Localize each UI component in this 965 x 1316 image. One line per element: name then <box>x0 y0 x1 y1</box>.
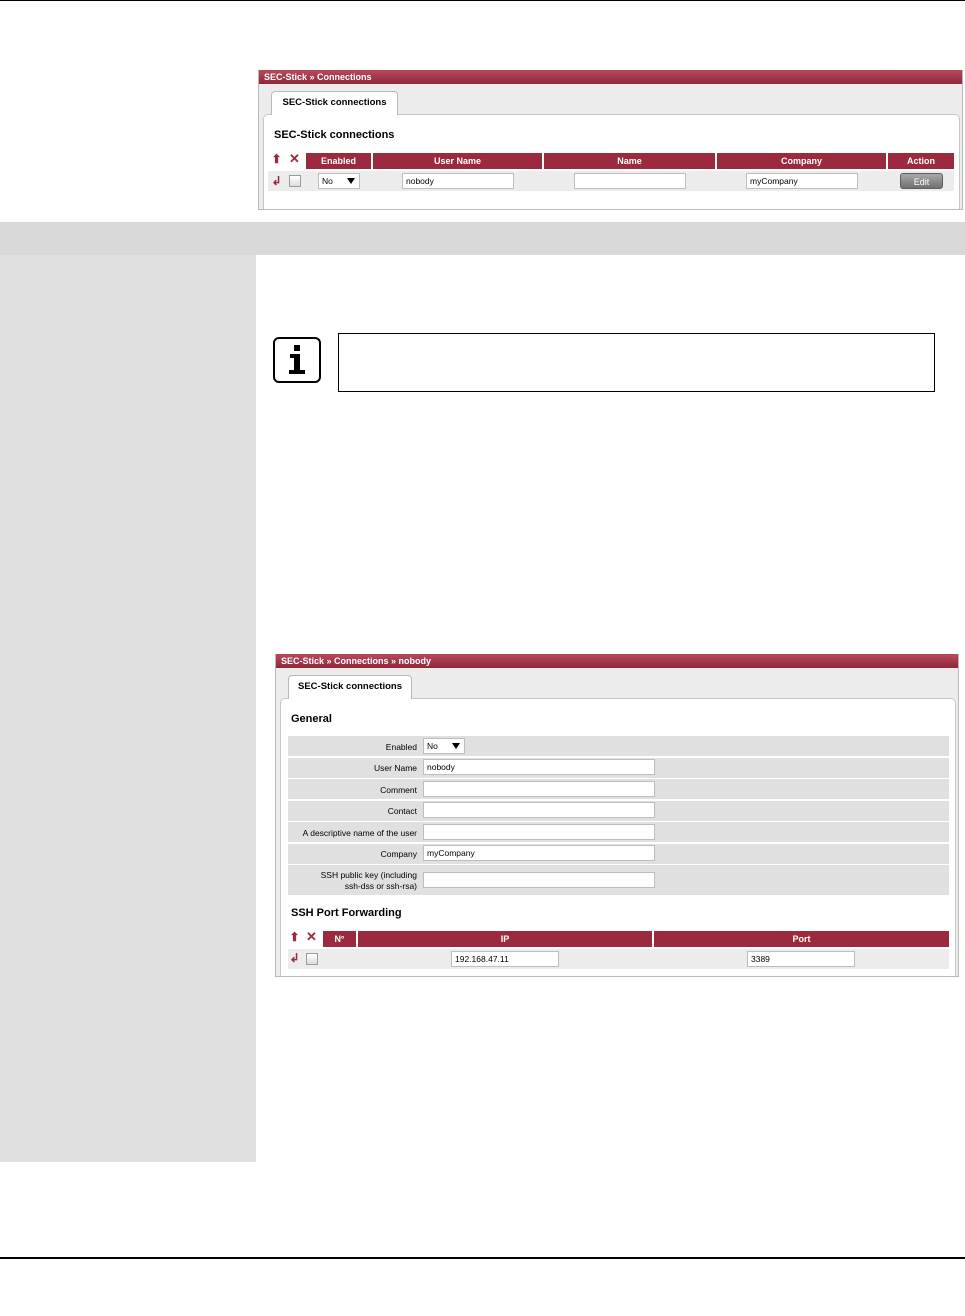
col-enabled[interactable]: Enabled <box>306 153 371 169</box>
enabled-select[interactable]: No <box>318 173 360 189</box>
descriptive-name-label: A descriptive name of the user <box>302 828 417 838</box>
ssh-key-label: SSH public key (including <box>320 870 417 880</box>
col-ip[interactable]: IP <box>358 931 652 947</box>
margin-column <box>0 255 256 1162</box>
panel-title: SEC-Stick » Connections » nobody <box>276 654 958 668</box>
tab-sec-stick-connections[interactable]: SEC-Stick connections <box>271 91 398 115</box>
ip-input[interactable]: 192.168.47.11 <box>451 951 559 967</box>
enabled-label: Enabled <box>385 742 417 752</box>
dropdown-arrow-icon <box>452 743 460 749</box>
row-checkbox[interactable] <box>289 175 301 187</box>
ssh-key-input[interactable] <box>423 872 655 888</box>
info-icon <box>273 337 321 383</box>
company-label: Company <box>380 849 417 859</box>
contact-input[interactable] <box>423 802 655 818</box>
delete-icon[interactable]: ✕ <box>288 152 301 165</box>
col-company[interactable]: Company <box>717 153 886 169</box>
tab-sec-stick-connections[interactable]: SEC-Stick connections <box>288 675 412 699</box>
panel-title: SEC-Stick » Connections <box>259 70 962 84</box>
name-input[interactable] <box>574 173 686 189</box>
col-name[interactable]: Name <box>544 153 715 169</box>
content-box: General Enabled No User Name nobody Comm… <box>280 698 956 976</box>
col-action[interactable]: Action <box>888 153 954 169</box>
col-number[interactable]: N° <box>323 931 356 947</box>
col-port[interactable]: Port <box>654 931 949 947</box>
insert-row-icon[interactable]: ↲ <box>288 952 301 964</box>
col-user-name[interactable]: User Name <box>373 153 542 169</box>
top-rule <box>0 0 965 1</box>
dropdown-arrow-icon <box>347 178 355 184</box>
section-title: SEC-Stick connections <box>274 129 395 141</box>
descriptive-name-input[interactable] <box>423 824 655 840</box>
user-name-input[interactable]: nobody <box>402 173 514 189</box>
enabled-select-value: No <box>427 741 438 751</box>
row-checkbox[interactable] <box>306 953 318 965</box>
enabled-select[interactable]: No <box>423 738 465 754</box>
enabled-select-value: No <box>322 176 333 186</box>
ssh-port-forwarding-title: SSH Port Forwarding <box>291 907 402 919</box>
content-box: SEC-Stick connections ⬆ ✕ Enabled User N… <box>263 114 960 209</box>
user-name-label: User Name <box>374 763 417 773</box>
user-name-input[interactable]: nobody <box>423 759 655 775</box>
port-input[interactable]: 3389 <box>747 951 855 967</box>
note-box <box>338 333 935 392</box>
contact-label: Contact <box>387 806 417 816</box>
move-icon[interactable]: ⬆ <box>288 931 301 943</box>
bottom-rule <box>0 1257 965 1259</box>
edit-button[interactable]: Edit <box>900 173 943 189</box>
company-input[interactable]: myCompany <box>746 173 858 189</box>
general-title: General <box>291 713 332 725</box>
comment-input[interactable] <box>423 781 655 797</box>
company-input[interactable]: myCompany <box>423 845 655 861</box>
header-band <box>0 222 965 255</box>
connections-panel: SEC-Stick » Connections SEC-Stick connec… <box>258 70 963 210</box>
connection-detail-panel: SEC-Stick » Connections » nobody SEC-Sti… <box>275 654 959 977</box>
move-icon[interactable]: ⬆ <box>270 153 283 165</box>
insert-row-icon[interactable]: ↲ <box>270 175 283 187</box>
delete-icon[interactable]: ✕ <box>305 930 318 943</box>
comment-label: Comment <box>380 785 417 795</box>
ssh-key-label-line2: ssh-dss or ssh-rsa) <box>344 881 417 891</box>
